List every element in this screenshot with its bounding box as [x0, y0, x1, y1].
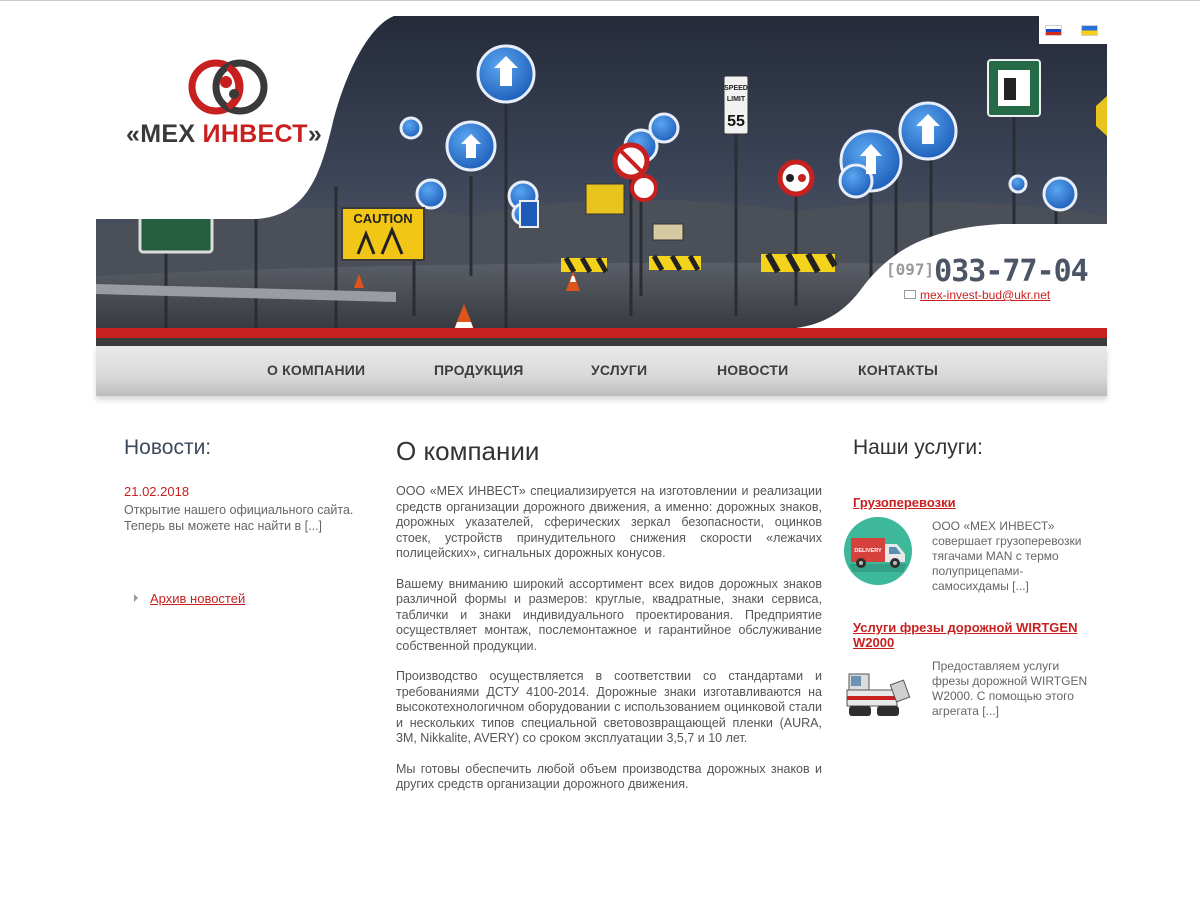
flag-ru-icon[interactable] [1045, 25, 1062, 36]
page-title: О компании [396, 436, 540, 466]
speed-sign-line2: LIMIT [727, 96, 746, 103]
service-text-milling: Предоставляем услуги фрезы дорожной WIRT… [932, 659, 1088, 718]
phone-code: [097] [886, 260, 935, 279]
header: SPEED LIMIT 55 CAUTION «МЕХ ИНВЕСТ» [097… [96, 16, 1107, 346]
main-nav: О КОМПАНИИ ПРОДУКЦИЯ УСЛУГИ НОВОСТИ КОНТ… [96, 346, 1107, 396]
nav-item-news[interactable]: НОВОСТИ [717, 362, 788, 378]
email-contact: mex-invest-bud@ukr.net [904, 288, 1050, 302]
brand-quote-close: » [307, 120, 323, 148]
brand-quote-open: « [126, 120, 141, 148]
arrow-right-icon [134, 594, 138, 602]
logo-mark-icon [188, 59, 268, 115]
speed-sign-line3: 55 [727, 113, 745, 130]
about-paragraph: ООО «МЕХ ИНВЕСТ» специализируется на изг… [396, 484, 822, 560]
services-heading: Наши услуги: [853, 436, 983, 459]
news-archive-link[interactable]: Архив новостей [150, 591, 245, 606]
top-border-line [0, 0, 1200, 1]
delivery-truck-icon[interactable]: DELIVERY [843, 516, 913, 586]
logo[interactable]: «МЕХ ИНВЕСТ» [126, 56, 336, 166]
email-link[interactable]: mex-invest-bud@ukr.net [920, 288, 1050, 302]
about-paragraph: Вашему вниманию широкий ассортимент всех… [396, 576, 822, 653]
brand-name-part2: ИНВЕСТ [202, 120, 308, 148]
about-paragraph: Мы готовы обеспечить любой объем произво… [396, 761, 822, 792]
speed-sign-line1: SPEED [724, 85, 748, 92]
caution-sign-text: CAUTION [353, 211, 412, 226]
road-milling-machine-icon[interactable] [843, 656, 913, 726]
flag-ua-icon[interactable] [1081, 25, 1098, 36]
service-title-milling[interactable]: Услуги фрезы дорожной WIRTGEN W2000 [853, 620, 1103, 650]
envelope-icon [904, 290, 916, 299]
phone-number[interactable]: [097]033-77-04 [886, 254, 1089, 289]
about-text: ООО «МЕХ ИНВЕСТ» специализируется на изг… [396, 484, 822, 808]
news-excerpt[interactable]: Открытие нашего официального сайта. Тепе… [124, 503, 364, 534]
nav-item-services[interactable]: УСЛУГИ [591, 362, 647, 378]
about-paragraph: Производство осуществляется в соответств… [396, 669, 822, 745]
nav-item-contacts[interactable]: КОНТАКТЫ [858, 362, 938, 378]
phone-digits: 033-77-04 [934, 254, 1089, 289]
nav-item-about[interactable]: О КОМПАНИИ [267, 362, 365, 378]
brand-name-part1: МЕХ [140, 120, 203, 148]
brand-name: «МЕХ ИНВЕСТ» [126, 120, 366, 149]
truck-label: DELIVERY [854, 548, 882, 554]
page-wrapper: SPEED LIMIT 55 CAUTION «МЕХ ИНВЕСТ» [097… [96, 16, 1107, 900]
service-title-trucking[interactable]: Грузоперевозки [853, 495, 1103, 510]
language-switcher [1039, 16, 1107, 44]
news-date: 21.02.2018 [124, 484, 190, 499]
news-heading: Новости: [124, 436, 212, 459]
service-text-trucking: ООО «МЕХ ИНВЕСТ» совершает грузоперевозк… [932, 519, 1082, 593]
nav-item-products[interactable]: ПРОДУКЦИЯ [434, 362, 523, 378]
